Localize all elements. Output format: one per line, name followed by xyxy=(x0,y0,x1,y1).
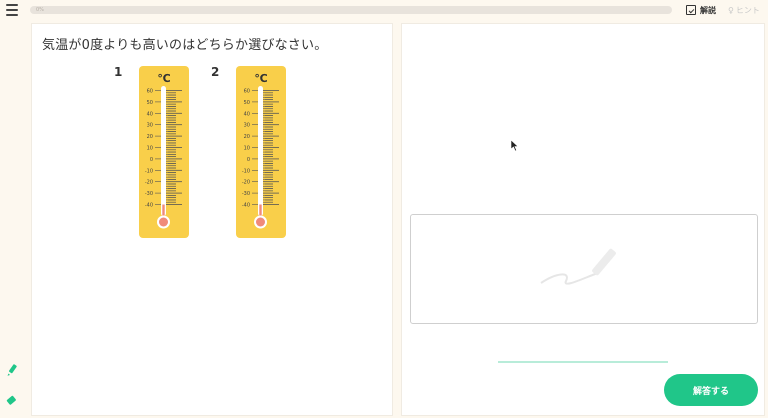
thermometer-2[interactable]: ℃ 60 50 40 30 20 10 0 -10 -20 -30 -40 xyxy=(235,66,287,240)
scale-label: 50 xyxy=(147,100,153,106)
scale-label: 30 xyxy=(244,123,250,129)
scale-label: 0 xyxy=(247,157,250,163)
kaisetsu-icon xyxy=(686,5,696,15)
unit-label: ℃ xyxy=(254,72,267,85)
option-number-1: 1 xyxy=(114,65,123,79)
hint-button[interactable]: ♀ ヒント xyxy=(728,3,760,17)
drawing-canvas[interactable] xyxy=(410,214,758,324)
kaisetsu-label: 解説 xyxy=(700,5,716,15)
scale-label: 30 xyxy=(147,123,153,129)
scale-label: 10 xyxy=(244,146,250,152)
scale-label: -40 xyxy=(242,203,250,209)
scale-label: -40 xyxy=(145,203,153,209)
scale-label: 0 xyxy=(150,157,153,163)
scale-label: -30 xyxy=(145,191,153,197)
submit-answer-button[interactable]: 解答する xyxy=(664,374,758,406)
hint-label: ヒント xyxy=(735,5,760,15)
scale-label: 40 xyxy=(244,111,250,117)
pen-scribble-icon xyxy=(540,248,616,285)
progress-bar: 0% xyxy=(30,6,672,14)
question-text: 気温が0度よりも高いのはどちらか選びなさい。 xyxy=(42,38,328,53)
unit-label: ℃ xyxy=(157,72,170,85)
thermometer-tube xyxy=(161,86,166,216)
scale-label: 20 xyxy=(244,134,250,140)
top-bar: 0% 解説 ♀ ヒント xyxy=(0,0,768,20)
menu-icon[interactable] xyxy=(6,4,18,16)
submit-answer-label: 解答する xyxy=(692,385,729,396)
scale-label: 40 xyxy=(147,111,153,117)
thermometer-1[interactable]: ℃ 60 50 40 30 20 10 0 -10 -20 -30 -40 xyxy=(138,66,190,240)
scale-label: -10 xyxy=(145,168,153,174)
scale-label: -30 xyxy=(242,191,250,197)
scale-label: 20 xyxy=(147,134,153,140)
scale-label: 50 xyxy=(244,100,250,106)
option-number-2: 2 xyxy=(211,65,220,79)
eraser-icon[interactable] xyxy=(6,395,18,407)
progress-label: 0% xyxy=(36,7,44,13)
mouse-cursor-icon xyxy=(511,140,519,152)
answer-panel xyxy=(401,23,765,416)
scale-label: 60 xyxy=(147,89,153,95)
pen-icon[interactable] xyxy=(6,364,18,376)
scale-label: 60 xyxy=(244,89,250,95)
answer-underline xyxy=(498,361,668,363)
question-panel: 気温が0度よりも高いのはどちらか選びなさい。 1 ℃ 60 50 40 30 20 10 0-… xyxy=(31,23,393,416)
scale-label: -20 xyxy=(242,180,250,186)
scale-label: -10 xyxy=(242,168,250,174)
thermometer-bulb xyxy=(159,217,168,227)
thermometer-tube xyxy=(258,86,263,216)
scale-label: -20 xyxy=(145,180,153,186)
kaisetsu-button[interactable]: 解説 xyxy=(686,3,716,17)
hint-icon: ♀ xyxy=(728,5,734,15)
thermometer-bulb xyxy=(256,217,265,227)
scale-label: 10 xyxy=(147,146,153,152)
